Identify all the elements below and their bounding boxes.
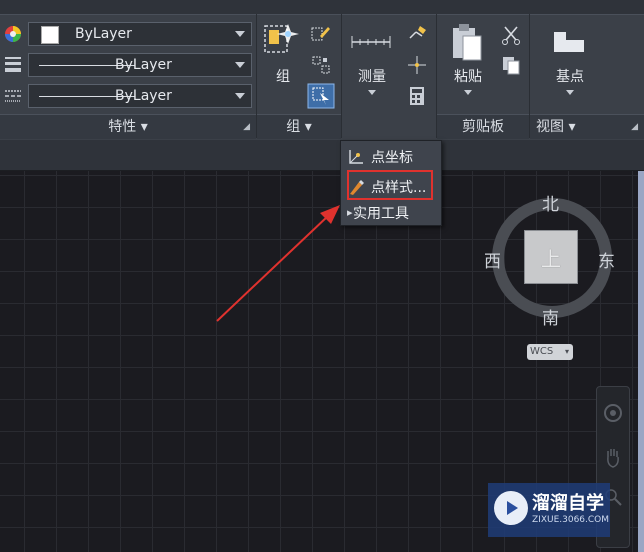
menu-item-label: 实用工具 (353, 206, 409, 222)
base-point-button-label[interactable]: 基点 (548, 66, 592, 86)
properties-panel-label: 特性 ▾ (108, 119, 148, 135)
paste-button-label[interactable]: 粘贴 (448, 66, 488, 86)
clipboard-panel-footer[interactable]: 剪贴板 (437, 114, 529, 139)
menu-item-label: 点坐标 (371, 150, 413, 166)
clipboard-panel-label: 剪贴板 (462, 119, 504, 135)
compass-north[interactable]: 北 (542, 190, 559, 215)
viewcube[interactable]: 北 南 东 西 上 WCS ▾ (480, 186, 630, 376)
view-panel-footer[interactable]: 视图 ▾ ◢ (530, 114, 644, 139)
measure-button-label[interactable]: 测量 (352, 66, 392, 86)
steering-wheel-icon[interactable] (603, 403, 623, 423)
annotation-highlight-box (347, 170, 433, 200)
lineweight-value: ByLayer (115, 88, 172, 104)
compass-south[interactable]: 南 (542, 304, 559, 329)
chevron-down-icon: ▾ (564, 347, 569, 356)
ribbon: ByLayer ByLayer ByLayer 特性 ▾ ◢ 组 组 ▾ 测量 … (0, 0, 644, 140)
chevron-down-icon (235, 31, 245, 37)
group-edit-icon[interactable] (310, 24, 332, 44)
panel-launcher-icon[interactable]: ◢ (243, 115, 250, 139)
groups-panel-footer[interactable]: 组 ▾ (257, 114, 341, 139)
view-panel-label: 视图 ▾ (536, 119, 576, 135)
group-select-icon[interactable] (307, 83, 335, 109)
watermark-subtitle: ZIXUE.3066.COM (532, 515, 610, 525)
measure-icon[interactable] (350, 28, 392, 54)
chevron-down-icon (368, 90, 376, 95)
group-icon[interactable] (262, 20, 300, 58)
properties-panel-footer[interactable]: 特性 ▾ ◢ (0, 114, 256, 139)
linetype-dropdown[interactable]: ByLayer (28, 53, 252, 77)
wcs-menu-button[interactable]: WCS ▾ (527, 344, 573, 360)
chevron-down-icon (235, 93, 245, 99)
panel-divider (341, 14, 342, 138)
panel-launcher-icon[interactable]: ◢ (631, 115, 638, 139)
viewcube-top-face[interactable]: 上 (524, 230, 578, 284)
point-coordinate-icon (349, 150, 363, 164)
chevron-down-icon (566, 90, 574, 95)
viewcube-face-label: 上 (541, 247, 561, 271)
annotation-arrow (216, 205, 340, 322)
lineweight-icon[interactable] (3, 54, 23, 74)
copy-icon[interactable] (500, 54, 522, 76)
play-icon (507, 501, 518, 515)
menu-item-utilities[interactable]: ▸ 实用工具 (341, 199, 441, 225)
wcs-label: WCS (530, 346, 554, 357)
linetype-icon[interactable] (3, 86, 23, 106)
pan-hand-icon[interactable] (603, 447, 623, 469)
calculator-icon[interactable] (408, 86, 426, 106)
canvas-edge (638, 171, 644, 552)
file-tab-bar (0, 140, 644, 171)
base-point-icon[interactable] (552, 28, 586, 54)
cut-icon[interactable] (500, 24, 522, 46)
point-locate-icon[interactable] (406, 54, 428, 76)
groups-panel-label: 组 ▾ (286, 119, 312, 135)
group-button-label[interactable]: 组 (268, 66, 298, 86)
menu-item-point-coordinate[interactable]: 点坐标 (341, 143, 441, 169)
ribbon-tab-strip (0, 0, 644, 15)
ungroup-icon[interactable] (310, 54, 332, 76)
watermark-logo-icon (494, 491, 528, 525)
compass-west[interactable]: 西 (484, 247, 501, 272)
color-dropdown[interactable]: ByLayer (28, 22, 252, 46)
autocad-window: ByLayer ByLayer ByLayer 特性 ▾ ◢ 组 组 ▾ 测量 … (0, 0, 644, 552)
chevron-down-icon (235, 62, 245, 68)
color-wheel-icon[interactable] (3, 24, 23, 44)
linetype-value: ByLayer (115, 57, 172, 73)
color-swatch (41, 26, 59, 44)
quick-select-icon[interactable] (406, 24, 428, 46)
compass-east[interactable]: 东 (598, 247, 615, 272)
lineweight-dropdown[interactable]: ByLayer (28, 84, 252, 108)
watermark-title: 溜溜自学 (532, 493, 604, 514)
chevron-down-icon (464, 90, 472, 95)
paste-icon[interactable] (450, 22, 484, 62)
watermark: 溜溜自学 ZIXUE.3066.COM (488, 483, 610, 537)
color-value: ByLayer (75, 26, 132, 42)
